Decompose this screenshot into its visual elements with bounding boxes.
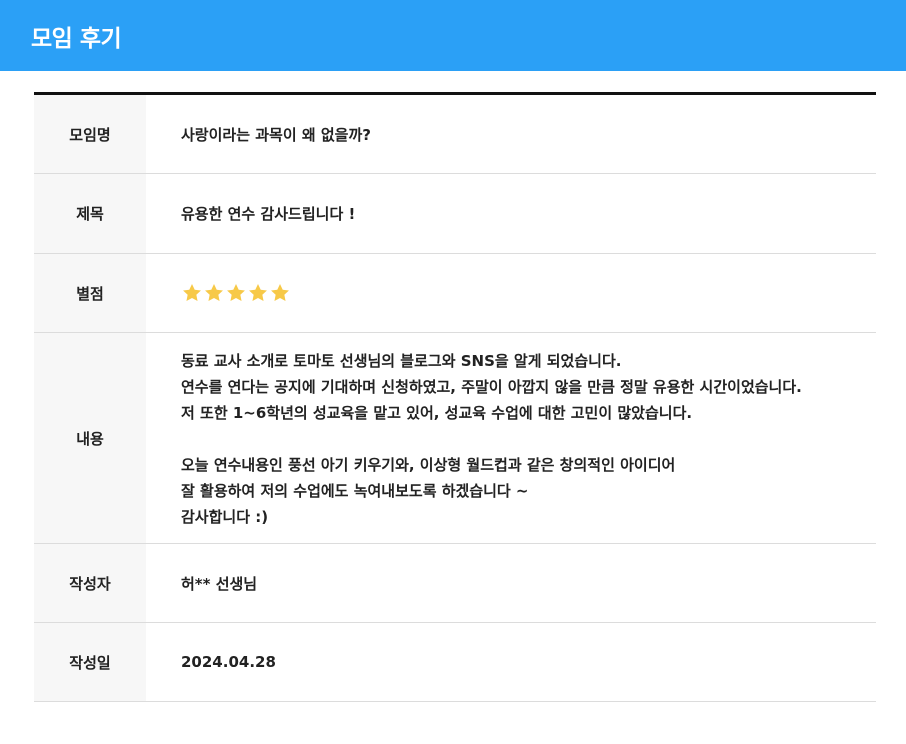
- content-label: 내용: [34, 333, 146, 543]
- content-value: 동료 교사 소개로 토마토 선생님의 블로그와 SNS을 알게 되었습니다. 연수…: [146, 333, 876, 543]
- author-label: 작성자: [34, 544, 146, 622]
- rating-label: 별점: [34, 254, 146, 332]
- meeting-name-value: 사랑이라는 과목이 왜 없을까?: [181, 125, 371, 144]
- meeting-name-label: 모임명: [34, 95, 146, 173]
- page-title: 모임 후기: [31, 25, 122, 52]
- row-title: 제목 유용한 연수 감사드립니다 !: [34, 174, 876, 254]
- author-value: 허** 선생님: [181, 574, 258, 593]
- review-detail-table: 모임명 사랑이라는 과목이 왜 없을까? 제목 유용한 연수 감사드립니다 ! …: [34, 92, 876, 702]
- content-line: 동료 교사 소개로 토마토 선생님의 블로그와 SNS을 알게 되었습니다.: [181, 352, 622, 370]
- content-line: 저 또한 1~6학년의 성교육을 맡고 있어, 성교육 수업에 대한 고민이 많…: [181, 404, 693, 422]
- row-rating: 별점: [34, 254, 876, 333]
- content-text: 동료 교사 소개로 토마토 선생님의 블로그와 SNS을 알게 되었습니다. 연수…: [181, 346, 802, 530]
- content-line: 잘 활용하여 저의 수업에도 녹여내보도록 하겠습니다 ~: [181, 482, 529, 500]
- star-icon: [225, 282, 247, 304]
- star-icon: [203, 282, 225, 304]
- row-date: 작성일 2024.04.28: [34, 623, 876, 702]
- title-value: 유용한 연수 감사드립니다 !: [181, 205, 356, 223]
- title-label: 제목: [34, 174, 146, 253]
- star-icon: [269, 282, 291, 304]
- date-label: 작성일: [34, 623, 146, 701]
- page-header: 모임 후기: [0, 0, 906, 71]
- star-icon: [181, 282, 203, 304]
- rating-value: [146, 254, 876, 332]
- date-value: 2024.04.28: [181, 653, 276, 671]
- row-author: 작성자 허** 선생님: [34, 544, 876, 623]
- row-meeting-name: 모임명 사랑이라는 과목이 왜 없을까?: [34, 95, 876, 174]
- star-icon: [247, 282, 269, 304]
- rating-stars: [181, 282, 291, 304]
- content-line: 오늘 연수내용인 풍선 아기 키우기와, 이상형 월드컵과 같은 창의적인 아이…: [181, 456, 676, 474]
- row-content: 내용 동료 교사 소개로 토마토 선생님의 블로그와 SNS을 알게 되었습니다…: [34, 333, 876, 544]
- content-line: 연수를 연다는 공지에 기대하며 신청하였고, 주말이 아깝지 않을 만큼 정말…: [181, 378, 802, 396]
- content-line: 감사합니다 :): [181, 508, 269, 526]
